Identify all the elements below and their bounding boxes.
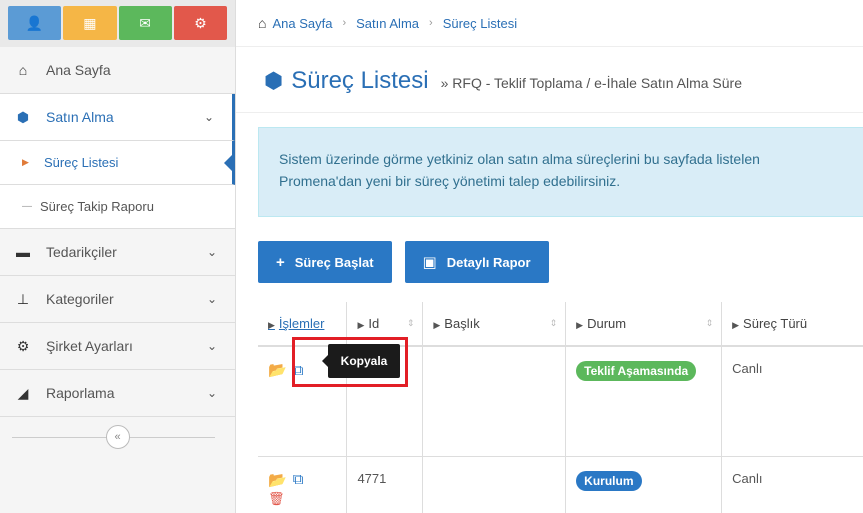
mail-icon: ✉: [139, 14, 151, 31]
sidebar-item-company-settings[interactable]: ⚙ Şirket Ayarları ⌄: [0, 323, 235, 370]
chevron-down-icon: ⌄: [203, 110, 214, 124]
sidebar-item-reporting[interactable]: ◢ Raporlama ⌄: [0, 370, 235, 417]
cell-id: 4771: [346, 456, 424, 513]
start-process-label: Süreç Başlat: [294, 254, 374, 270]
cell-title: [422, 456, 567, 513]
sidebar-item-label: Tedarikçiler: [46, 244, 117, 260]
caret-right-icon: ▶: [433, 320, 441, 330]
cell-process-type: Canlı: [721, 456, 863, 513]
calendar-icon: ▦: [83, 14, 97, 31]
cube-icon: ⬢: [16, 108, 30, 125]
breadcrumb-separator-icon: ›: [342, 17, 347, 29]
sort-icon: ⇕: [406, 318, 415, 328]
double-chevron-left-icon: «: [114, 431, 121, 443]
breadcrumb: ⌂ Ana Sayfa › Satın Alma › Süreç Listesi: [236, 0, 863, 47]
page-title: Süreç Listesi: [291, 67, 429, 94]
process-table: ▶ İşlemler ▶ Id ⇕ ▶ Başlık ⇕ ▶ Durum ⇕ ▶ Süreç T…: [258, 302, 863, 513]
copy-icon[interactable]: ⧉: [293, 471, 304, 488]
sidebar-subitem-process-list[interactable]: ▶ Süreç Listesi: [0, 141, 235, 185]
folder-open-icon[interactable]: 📂: [268, 361, 287, 379]
chevron-down-icon: ⌄: [206, 245, 217, 259]
sidebar-item-purchasing[interactable]: ⬢ Satın Alma ⌄: [0, 94, 235, 141]
sidebar-subitem-label: Süreç Listesi: [44, 155, 119, 170]
info-line-1: Sistem üzerinde görme yetkiniz olan satı…: [279, 151, 760, 167]
page-subtitle: » RFQ - Teklif Toplama / e-İhale Satın A…: [440, 75, 743, 91]
column-header-title[interactable]: ▶ Başlık ⇕: [422, 302, 567, 347]
sidebar-item-categories[interactable]: ⊥ Kategoriler ⌄: [0, 276, 235, 323]
caret-right-icon: ▶: [268, 320, 275, 330]
sort-icon: ⇕: [549, 318, 558, 328]
breadcrumb-purchasing[interactable]: Satın Alma: [356, 16, 419, 31]
sidebar-collapse-row: «: [0, 417, 235, 457]
sort-icon: ⇕: [705, 318, 714, 328]
chevron-down-icon: ⌄: [206, 339, 217, 353]
gear-icon: ⚙: [16, 337, 30, 354]
detailed-report-label: Detaylı Rapor: [446, 254, 531, 270]
breadcrumb-home[interactable]: Ana Sayfa: [272, 16, 332, 31]
column-header-process-type[interactable]: ▶Süreç Türü⇕: [721, 302, 863, 347]
cell-operations: 📂 ⧉ 🗑: [258, 456, 348, 513]
info-line-2: Promena'dan yeni bir süreç yönetimi tale…: [279, 173, 621, 189]
mail-button[interactable]: ✉: [118, 6, 172, 40]
caret-right-icon: ▶: [576, 320, 584, 330]
home-icon: ⌂: [258, 15, 267, 31]
sitemap-icon: ⊥: [16, 290, 30, 307]
caret-right-icon: ▶: [22, 157, 29, 167]
caret-right-icon: ▶: [357, 320, 365, 330]
sidebar-item-label: Kategoriler: [46, 291, 114, 307]
sidebar-subitem-label: Süreç Takip Raporu: [40, 199, 154, 214]
briefcase-icon: ▬: [16, 244, 30, 260]
cell-title: [422, 346, 567, 457]
cell-status: Kurulum: [565, 456, 723, 513]
trash-icon[interactable]: 🗑: [268, 491, 336, 507]
cell-process-type: Canlı: [721, 346, 863, 457]
calendar-button[interactable]: ▦: [63, 6, 117, 40]
settings-button[interactable]: ⚙: [173, 6, 227, 40]
sidebar-item-home[interactable]: ⌂ Ana Sayfa: [0, 47, 235, 94]
user-icon: 👤: [25, 14, 44, 31]
breadcrumb-process-list[interactable]: Süreç Listesi: [443, 16, 517, 31]
action-buttons: + Süreç Başlat ▣ Detaylı Rapor: [258, 241, 549, 283]
sidebar: 👤 ▦ ✉ ⚙ ⌂ Ana Sayfa ⬢ Satın Alma ⌄ ▶ Sür…: [0, 0, 236, 513]
chevron-down-icon: ⌄: [206, 292, 217, 306]
detailed-report-button[interactable]: ▣ Detaylı Rapor: [404, 241, 549, 283]
highlight-box: [292, 337, 408, 387]
sidebar-item-label: Şirket Ayarları: [46, 338, 133, 354]
breadcrumb-separator-icon: ›: [429, 17, 433, 29]
sidebar-item-label: Ana Sayfa: [46, 62, 111, 78]
caret-right-icon: ▶: [732, 320, 740, 330]
sidebar-subitem-process-report[interactable]: — Süreç Takip Raporu: [0, 185, 235, 229]
sidebar-item-label: Raporlama: [46, 385, 115, 401]
user-button[interactable]: 👤: [8, 6, 62, 40]
folder-open-icon[interactable]: 📂: [268, 471, 287, 489]
sidebar-item-suppliers[interactable]: ▬ Tedarikçiler ⌄: [0, 229, 235, 276]
cube-icon: ⬢: [264, 68, 284, 93]
main-content: ⌂ Ana Sayfa › Satın Alma › Süreç Listesi…: [236, 0, 863, 513]
start-process-button[interactable]: + Süreç Başlat: [258, 241, 392, 283]
home-icon: ⌂: [18, 62, 28, 78]
info-alert: Sistem üzerinde görme yetkiniz olan satı…: [258, 127, 863, 217]
column-header-status[interactable]: ▶ Durum ⇕: [565, 302, 723, 347]
cell-status: Teklif Aşamasında: [565, 346, 723, 457]
quick-buttons: 👤 ▦ ✉ ⚙: [0, 0, 235, 47]
area-chart-icon: ◢: [17, 384, 29, 401]
chevron-down-icon: ⌄: [206, 386, 217, 400]
page-header: ⬢ Süreç Listesi » RFQ - Teklif Toplama /…: [236, 47, 863, 113]
sidebar-item-label: Satın Alma: [46, 109, 114, 125]
plus-icon: +: [276, 253, 285, 271]
cogs-icon: ⚙: [194, 14, 207, 31]
table-row: 📂 ⧉ 🗑 4771 Kurulum Canlı: [258, 456, 863, 513]
status-badge: Kurulum: [576, 470, 642, 491]
report-icon: ▣: [422, 254, 437, 271]
dash-icon: —: [22, 201, 32, 212]
collapse-sidebar-button[interactable]: «: [105, 425, 130, 449]
status-badge: Teklif Aşamasında: [576, 361, 697, 381]
